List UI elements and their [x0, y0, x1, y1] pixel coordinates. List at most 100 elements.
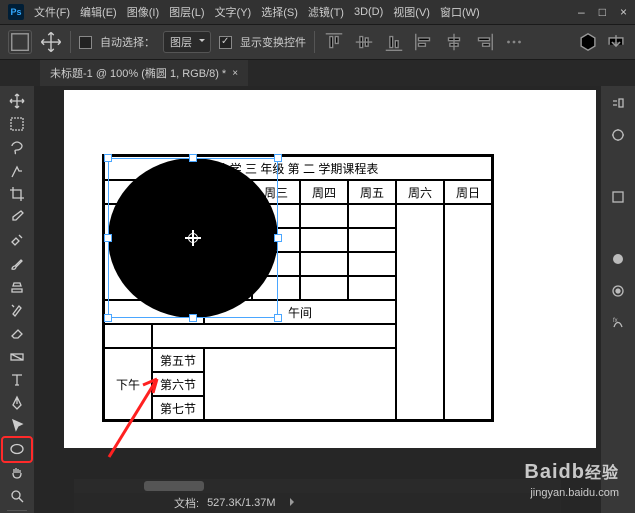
document-tab-bar: 未标题-1 @ 100% (椭圆 1, RGB/8) * × — [0, 60, 635, 86]
menu-type[interactable]: 文字(Y) — [215, 4, 252, 20]
align-vcenter-icon[interactable] — [353, 31, 375, 53]
doc-size-value: 527.3K/1.37M — [207, 497, 276, 509]
libraries-panel-icon[interactable] — [607, 186, 629, 208]
show-transform-label: 显示变换控件 — [240, 34, 306, 50]
minimize-button[interactable]: – — [578, 5, 585, 19]
document-tab[interactable]: 未标题-1 @ 100% (椭圆 1, RGB/8) * × — [40, 60, 248, 86]
toolbox — [0, 86, 34, 513]
transform-handle[interactable] — [104, 154, 112, 162]
menu-layer[interactable]: 图层(L) — [169, 4, 204, 20]
canvas[interactable]: 小学 三 年级 第 二 学期课程表 周二 周三 周四 周五 周六 周日 午间 — [64, 90, 596, 448]
show-transform-checkbox[interactable] — [219, 36, 232, 49]
menu-edit[interactable]: 编辑(E) — [80, 4, 117, 20]
watermark-url: jingyan.baidu.com — [524, 486, 619, 501]
eraser-tool[interactable] — [3, 322, 31, 344]
type-tool[interactable] — [3, 369, 31, 391]
auto-select-label: 自动选择： — [100, 34, 155, 50]
toolbox-separator — [7, 510, 27, 511]
styles-panel-icon[interactable]: fx — [607, 312, 629, 334]
watermark-brand-suffix: 经验 — [585, 465, 619, 482]
path-selection-tool[interactable] — [3, 415, 31, 437]
gradient-tool[interactable] — [3, 345, 31, 367]
right-panel-dock: fx — [601, 86, 635, 513]
window-controls: – □ × — [578, 5, 627, 19]
properties-panel-icon[interactable] — [607, 92, 629, 114]
period-cell: 第六节 — [152, 372, 204, 396]
app-icon: Ps — [8, 4, 24, 20]
clone-stamp-tool[interactable] — [3, 276, 31, 298]
menu-3d[interactable]: 3D(D) — [354, 6, 383, 18]
period-cell: 第七节 — [152, 396, 204, 420]
ellipse-shape-selection[interactable] — [108, 158, 278, 318]
ellipse-tool[interactable] — [3, 438, 31, 460]
transform-handle[interactable] — [104, 314, 112, 322]
align-left-icon[interactable] — [413, 31, 435, 53]
title-bar: Ps 文件(F) 编辑(E) 图像(I) 图层(L) 文字(Y) 选择(S) 滤… — [0, 0, 635, 24]
hand-tool[interactable] — [3, 462, 31, 484]
lasso-tool[interactable] — [3, 136, 31, 158]
menu-select[interactable]: 选择(S) — [261, 4, 298, 20]
share-icon[interactable] — [605, 31, 627, 53]
transform-handle[interactable] — [274, 234, 282, 242]
close-button[interactable]: × — [620, 5, 627, 19]
doc-size-label: 文档: — [174, 495, 199, 511]
day-header: 周五 — [348, 180, 396, 204]
menu-filter[interactable]: 滤镜(T) — [308, 4, 344, 20]
align-hcenter-icon[interactable] — [443, 31, 465, 53]
crop-tool[interactable] — [3, 183, 31, 205]
eyedropper-tool[interactable] — [3, 206, 31, 228]
align-top-icon[interactable] — [323, 31, 345, 53]
workspace: 小学 三 年级 第 二 学期课程表 周二 周三 周四 周五 周六 周日 午间 — [0, 86, 635, 513]
align-bottom-icon[interactable] — [383, 31, 405, 53]
pen-tool[interactable] — [3, 392, 31, 414]
more-align-icon[interactable] — [503, 31, 525, 53]
separator — [314, 31, 315, 53]
svg-text:fx: fx — [613, 318, 618, 324]
transform-handle[interactable] — [274, 154, 282, 162]
day-header: 周日 — [444, 180, 492, 204]
transform-handle[interactable] — [189, 314, 197, 322]
watermark-brand: Baidb — [524, 461, 585, 483]
history-brush-tool[interactable] — [3, 299, 31, 321]
auto-select-checkbox[interactable] — [79, 36, 92, 49]
transform-center-ring-icon — [188, 233, 198, 243]
blank-row — [152, 324, 396, 348]
period-cell: 第五节 — [152, 348, 204, 372]
menu-window[interactable]: 窗口(W) — [440, 4, 480, 20]
tab-close-icon[interactable]: × — [232, 68, 238, 79]
transform-handle[interactable] — [274, 314, 282, 322]
maximize-button[interactable]: □ — [599, 5, 606, 19]
zoom-tool[interactable] — [3, 485, 31, 507]
blank — [104, 324, 152, 348]
transform-handle[interactable] — [104, 234, 112, 242]
horizontal-scrollbar[interactable] — [74, 479, 561, 493]
menu-view[interactable]: 视图(V) — [393, 4, 430, 20]
watermark: Baidb经验 jingyan.baidu.com — [524, 458, 619, 501]
menu-image[interactable]: 图像(I) — [127, 4, 159, 20]
tool-preset-picker[interactable] — [8, 30, 32, 54]
brush-tool[interactable] — [3, 253, 31, 275]
marquee-tool[interactable] — [3, 113, 31, 135]
adjustments-panel-icon[interactable] — [607, 124, 629, 146]
healing-brush-tool[interactable] — [3, 229, 31, 251]
menu-file[interactable]: 文件(F) — [34, 4, 70, 20]
color-panel-icon[interactable] — [607, 248, 629, 270]
move-tool-icon — [40, 31, 62, 53]
canvas-area[interactable]: 小学 三 年级 第 二 学期课程表 周二 周三 周四 周五 周六 周日 午间 — [34, 86, 601, 513]
align-right-icon[interactable] — [473, 31, 495, 53]
scrollbar-thumb[interactable] — [144, 481, 204, 491]
transform-handle[interactable] — [189, 154, 197, 162]
3d-mode-icon[interactable] — [577, 31, 599, 53]
status-bar: 文档: 527.3K/1.37M — [74, 493, 561, 513]
document-tab-title: 未标题-1 @ 100% (椭圆 1, RGB/8) * — [50, 65, 226, 81]
quick-selection-tool[interactable] — [3, 160, 31, 182]
day-header: 周六 — [396, 180, 444, 204]
options-bar: 自动选择： 图层 显示变换控件 — [0, 24, 635, 60]
status-more-icon[interactable] — [284, 497, 298, 509]
auto-select-dropdown[interactable]: 图层 — [163, 31, 211, 53]
afternoon-label: 下午 — [104, 348, 152, 420]
separator — [70, 31, 71, 53]
move-tool[interactable] — [3, 90, 31, 112]
day-header: 周四 — [300, 180, 348, 204]
swatches-panel-icon[interactable] — [607, 280, 629, 302]
